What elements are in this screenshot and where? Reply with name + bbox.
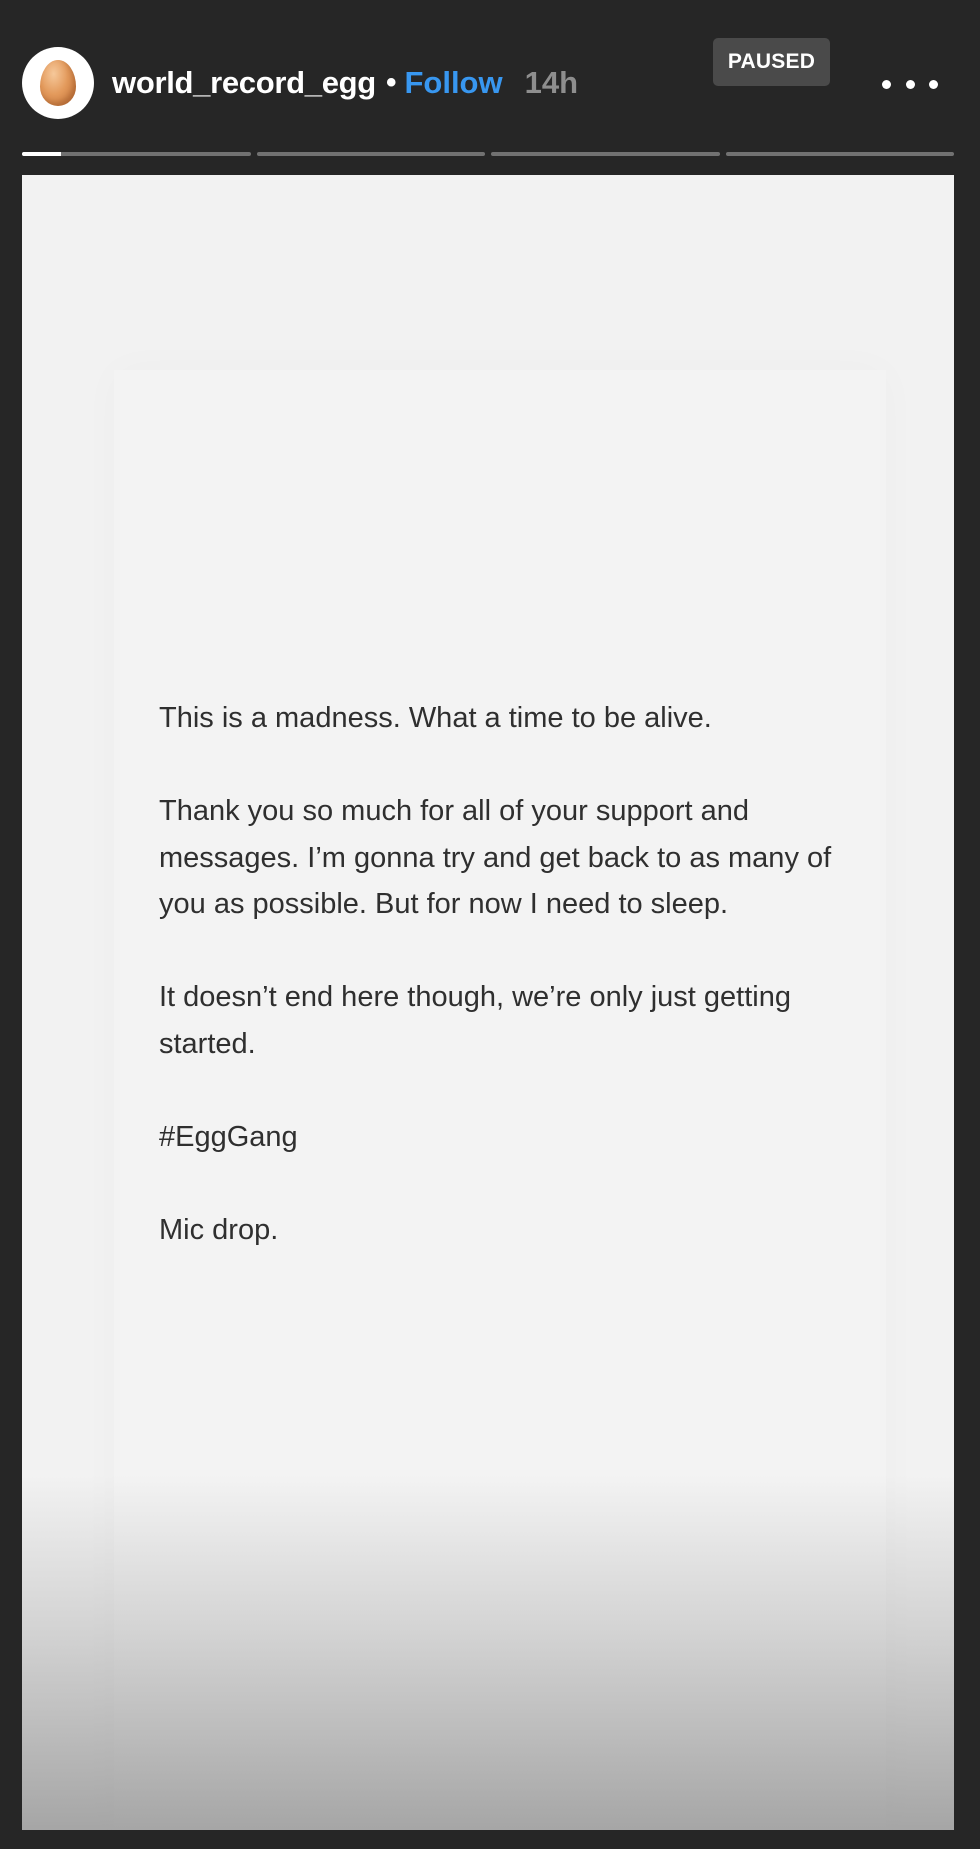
story-paragraph: It doesn’t end here though, we’re only j… <box>159 981 791 1060</box>
story-progress-bar <box>22 152 954 156</box>
progress-segment[interactable] <box>725 152 954 156</box>
follow-button[interactable]: Follow <box>404 65 502 101</box>
story-paragraph: #EggGang <box>159 1120 298 1153</box>
more-dot <box>905 79 915 89</box>
progress-segment[interactable] <box>256 152 485 156</box>
story-text: This is a madness. What a time to be ali… <box>159 695 839 1253</box>
paused-badge: PAUSED <box>713 38 830 86</box>
progress-segment[interactable] <box>22 152 251 156</box>
egg-icon <box>40 60 76 106</box>
more-dot <box>929 79 938 89</box>
username-link[interactable]: world_record_egg <box>112 65 376 101</box>
story-header: world_record_egg • Follow 14h PAUSED <box>0 0 980 150</box>
story-paragraph: This is a madness. What a time to be ali… <box>159 702 712 734</box>
story-meta: world_record_egg • Follow 14h <box>112 60 578 106</box>
story-content[interactable]: This is a madness. What a time to be ali… <box>22 175 954 1830</box>
story-paragraph: Mic drop. <box>159 1213 279 1246</box>
story-paragraph: Thank you so much for all of your suppor… <box>159 795 832 920</box>
post-time: 14h <box>524 65 579 100</box>
progress-fill <box>22 152 61 156</box>
separator-dot: • <box>385 66 397 99</box>
progress-segment[interactable] <box>491 152 720 156</box>
avatar[interactable] <box>22 47 94 119</box>
more-dot <box>882 79 891 89</box>
more-options-icon[interactable] <box>882 66 938 102</box>
